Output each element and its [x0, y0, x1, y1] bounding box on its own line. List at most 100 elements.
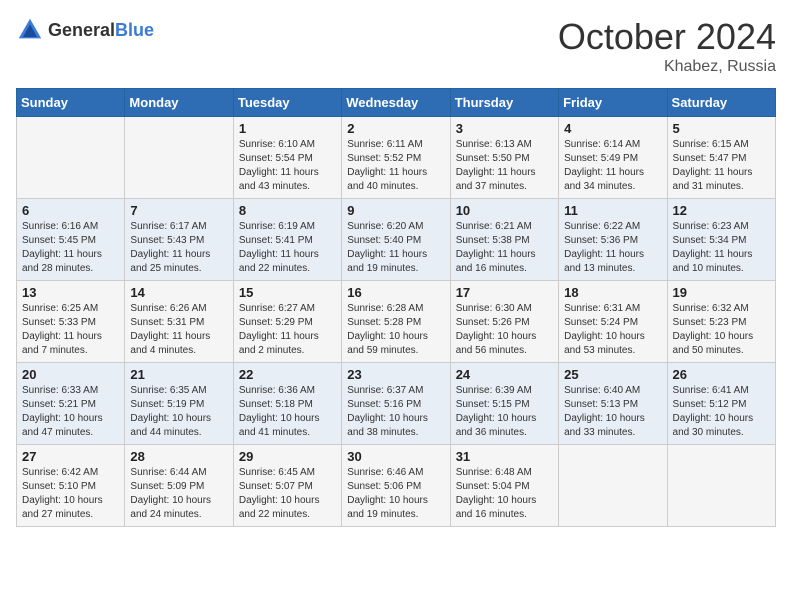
- cell-info-text: Sunrise: 6:44 AM Sunset: 5:09 PM Dayligh…: [130, 466, 227, 522]
- calendar-cell: 1Sunrise: 6:10 AM Sunset: 5:54 PM Daylig…: [233, 117, 341, 199]
- cell-date-number: 5: [673, 121, 770, 136]
- cell-date-number: 13: [22, 285, 119, 300]
- cell-info-text: Sunrise: 6:31 AM Sunset: 5:24 PM Dayligh…: [564, 302, 661, 358]
- calendar-week-row: 27Sunrise: 6:42 AM Sunset: 5:10 PM Dayli…: [17, 445, 776, 527]
- cell-info-text: Sunrise: 6:27 AM Sunset: 5:29 PM Dayligh…: [239, 302, 336, 358]
- calendar-cell: 20Sunrise: 6:33 AM Sunset: 5:21 PM Dayli…: [17, 363, 125, 445]
- cell-info-text: Sunrise: 6:41 AM Sunset: 5:12 PM Dayligh…: [673, 384, 770, 440]
- calendar-cell: 18 Sunrise: 6:31 AM Sunset: 5:24 PM Dayli…: [559, 281, 667, 363]
- calendar-cell: 10 Sunrise: 6:21 AM Sunset: 5:38 PM Dayli…: [450, 199, 558, 281]
- logo: GeneralBlue: [16, 16, 154, 44]
- day-header-friday: Friday: [559, 89, 667, 117]
- cell-date-number: 7: [130, 203, 227, 218]
- calendar-week-row: 6 Sunrise: 6:16 AM Sunset: 5:45 PM Daylig…: [17, 199, 776, 281]
- title-block: October 2024 Khabez, Russia: [558, 16, 776, 76]
- cell-date-number: 25: [564, 367, 661, 382]
- cell-info-text: Sunrise: 6:15 AM Sunset: 5:47 PM Dayligh…: [673, 138, 770, 194]
- cell-info-text: Sunrise: 6:23 AM Sunset: 5:34 PM Dayligh…: [673, 220, 770, 276]
- cell-info-text: Sunrise: 6:14 AM Sunset: 5:49 PM Dayligh…: [564, 138, 661, 194]
- calendar-week-row: 20Sunrise: 6:33 AM Sunset: 5:21 PM Dayli…: [17, 363, 776, 445]
- calendar-cell: 12 Sunrise: 6:23 AM Sunset: 5:34 PM Dayli…: [667, 199, 775, 281]
- day-header-tuesday: Tuesday: [233, 89, 341, 117]
- cell-info-text: Sunrise: 6:22 AM Sunset: 5:36 PM Dayligh…: [564, 220, 661, 276]
- calendar-cell: 7 Sunrise: 6:17 AM Sunset: 5:43 PM Daylig…: [125, 199, 233, 281]
- logo-blue-text: Blue: [115, 20, 154, 40]
- calendar-cell: 31 Sunrise: 6:48 AM Sunset: 5:04 PM Dayli…: [450, 445, 558, 527]
- day-header-wednesday: Wednesday: [342, 89, 450, 117]
- cell-date-number: 1: [239, 121, 336, 136]
- cell-date-number: 15: [239, 285, 336, 300]
- cell-date-number: 3: [456, 121, 553, 136]
- calendar-cell: 17Sunrise: 6:30 AM Sunset: 5:26 PM Dayli…: [450, 281, 558, 363]
- cell-info-text: Sunrise: 6:40 AM Sunset: 5:13 PM Dayligh…: [564, 384, 661, 440]
- calendar-cell: [559, 445, 667, 527]
- day-header-thursday: Thursday: [450, 89, 558, 117]
- cell-info-text: Sunrise: 6:17 AM Sunset: 5:43 PM Dayligh…: [130, 220, 227, 276]
- cell-date-number: 8: [239, 203, 336, 218]
- day-header-saturday: Saturday: [667, 89, 775, 117]
- calendar-week-row: 1Sunrise: 6:10 AM Sunset: 5:54 PM Daylig…: [17, 117, 776, 199]
- calendar-cell: 25 Sunrise: 6:40 AM Sunset: 5:13 PM Dayli…: [559, 363, 667, 445]
- location-title: Khabez, Russia: [558, 58, 776, 76]
- cell-info-text: Sunrise: 6:21 AM Sunset: 5:38 PM Dayligh…: [456, 220, 553, 276]
- calendar-cell: 9 Sunrise: 6:20 AM Sunset: 5:40 PM Daylig…: [342, 199, 450, 281]
- cell-info-text: Sunrise: 6:20 AM Sunset: 5:40 PM Dayligh…: [347, 220, 444, 276]
- cell-date-number: 27: [22, 449, 119, 464]
- cell-date-number: 12: [673, 203, 770, 218]
- cell-info-text: Sunrise: 6:30 AM Sunset: 5:26 PM Dayligh…: [456, 302, 553, 358]
- cell-date-number: 10: [456, 203, 553, 218]
- cell-info-text: Sunrise: 6:28 AM Sunset: 5:28 PM Dayligh…: [347, 302, 444, 358]
- calendar-table: SundayMondayTuesdayWednesdayThursdayFrid…: [16, 88, 776, 527]
- cell-date-number: 18: [564, 285, 661, 300]
- cell-date-number: 30: [347, 449, 444, 464]
- cell-date-number: 16: [347, 285, 444, 300]
- cell-info-text: Sunrise: 6:25 AM Sunset: 5:33 PM Dayligh…: [22, 302, 119, 358]
- logo-icon: [16, 16, 44, 44]
- cell-info-text: Sunrise: 6:37 AM Sunset: 5:16 PM Dayligh…: [347, 384, 444, 440]
- cell-date-number: 29: [239, 449, 336, 464]
- cell-info-text: Sunrise: 6:36 AM Sunset: 5:18 PM Dayligh…: [239, 384, 336, 440]
- cell-date-number: 11: [564, 203, 661, 218]
- calendar-cell: [17, 117, 125, 199]
- calendar-cell: 11 Sunrise: 6:22 AM Sunset: 5:36 PM Dayli…: [559, 199, 667, 281]
- cell-info-text: Sunrise: 6:48 AM Sunset: 5:04 PM Dayligh…: [456, 466, 553, 522]
- cell-date-number: 6: [22, 203, 119, 218]
- cell-date-number: 2: [347, 121, 444, 136]
- calendar-cell: 28 Sunrise: 6:44 AM Sunset: 5:09 PM Dayli…: [125, 445, 233, 527]
- calendar-cell: 19 Sunrise: 6:32 AM Sunset: 5:23 PM Dayli…: [667, 281, 775, 363]
- calendar-header-row: SundayMondayTuesdayWednesdayThursdayFrid…: [17, 89, 776, 117]
- cell-date-number: 31: [456, 449, 553, 464]
- calendar-cell: 14Sunrise: 6:26 AM Sunset: 5:31 PM Dayli…: [125, 281, 233, 363]
- cell-date-number: 20: [22, 367, 119, 382]
- calendar-cell: 22 Sunrise: 6:36 AM Sunset: 5:18 PM Dayli…: [233, 363, 341, 445]
- cell-date-number: 4: [564, 121, 661, 136]
- cell-info-text: Sunrise: 6:19 AM Sunset: 5:41 PM Dayligh…: [239, 220, 336, 276]
- cell-date-number: 23: [347, 367, 444, 382]
- cell-date-number: 24: [456, 367, 553, 382]
- calendar-cell: 21Sunrise: 6:35 AM Sunset: 5:19 PM Dayli…: [125, 363, 233, 445]
- cell-date-number: 19: [673, 285, 770, 300]
- calendar-cell: 2 Sunrise: 6:11 AM Sunset: 5:52 PM Daylig…: [342, 117, 450, 199]
- cell-info-text: Sunrise: 6:11 AM Sunset: 5:52 PM Dayligh…: [347, 138, 444, 194]
- cell-info-text: Sunrise: 6:16 AM Sunset: 5:45 PM Dayligh…: [22, 220, 119, 276]
- calendar-cell: 29 Sunrise: 6:45 AM Sunset: 5:07 PM Dayli…: [233, 445, 341, 527]
- calendar-cell: 4 Sunrise: 6:14 AM Sunset: 5:49 PM Daylig…: [559, 117, 667, 199]
- cell-date-number: 28: [130, 449, 227, 464]
- calendar-week-row: 13 Sunrise: 6:25 AM Sunset: 5:33 PM Dayli…: [17, 281, 776, 363]
- cell-date-number: 9: [347, 203, 444, 218]
- cell-date-number: 26: [673, 367, 770, 382]
- logo-general-text: General: [48, 20, 115, 40]
- calendar-cell: 5 Sunrise: 6:15 AM Sunset: 5:47 PM Daylig…: [667, 117, 775, 199]
- calendar-cell: 13 Sunrise: 6:25 AM Sunset: 5:33 PM Dayli…: [17, 281, 125, 363]
- calendar-cell: [667, 445, 775, 527]
- cell-info-text: Sunrise: 6:45 AM Sunset: 5:07 PM Dayligh…: [239, 466, 336, 522]
- calendar-cell: 24 Sunrise: 6:39 AM Sunset: 5:15 PM Dayli…: [450, 363, 558, 445]
- calendar-cell: 30 Sunrise: 6:46 AM Sunset: 5:06 PM Dayli…: [342, 445, 450, 527]
- calendar-cell: 8 Sunrise: 6:19 AM Sunset: 5:41 PM Daylig…: [233, 199, 341, 281]
- cell-info-text: Sunrise: 6:39 AM Sunset: 5:15 PM Dayligh…: [456, 384, 553, 440]
- cell-date-number: 22: [239, 367, 336, 382]
- cell-info-text: Sunrise: 6:35 AM Sunset: 5:19 PM Dayligh…: [130, 384, 227, 440]
- cell-info-text: Sunrise: 6:13 AM Sunset: 5:50 PM Dayligh…: [456, 138, 553, 194]
- cell-info-text: Sunrise: 6:32 AM Sunset: 5:23 PM Dayligh…: [673, 302, 770, 358]
- cell-info-text: Sunrise: 6:46 AM Sunset: 5:06 PM Dayligh…: [347, 466, 444, 522]
